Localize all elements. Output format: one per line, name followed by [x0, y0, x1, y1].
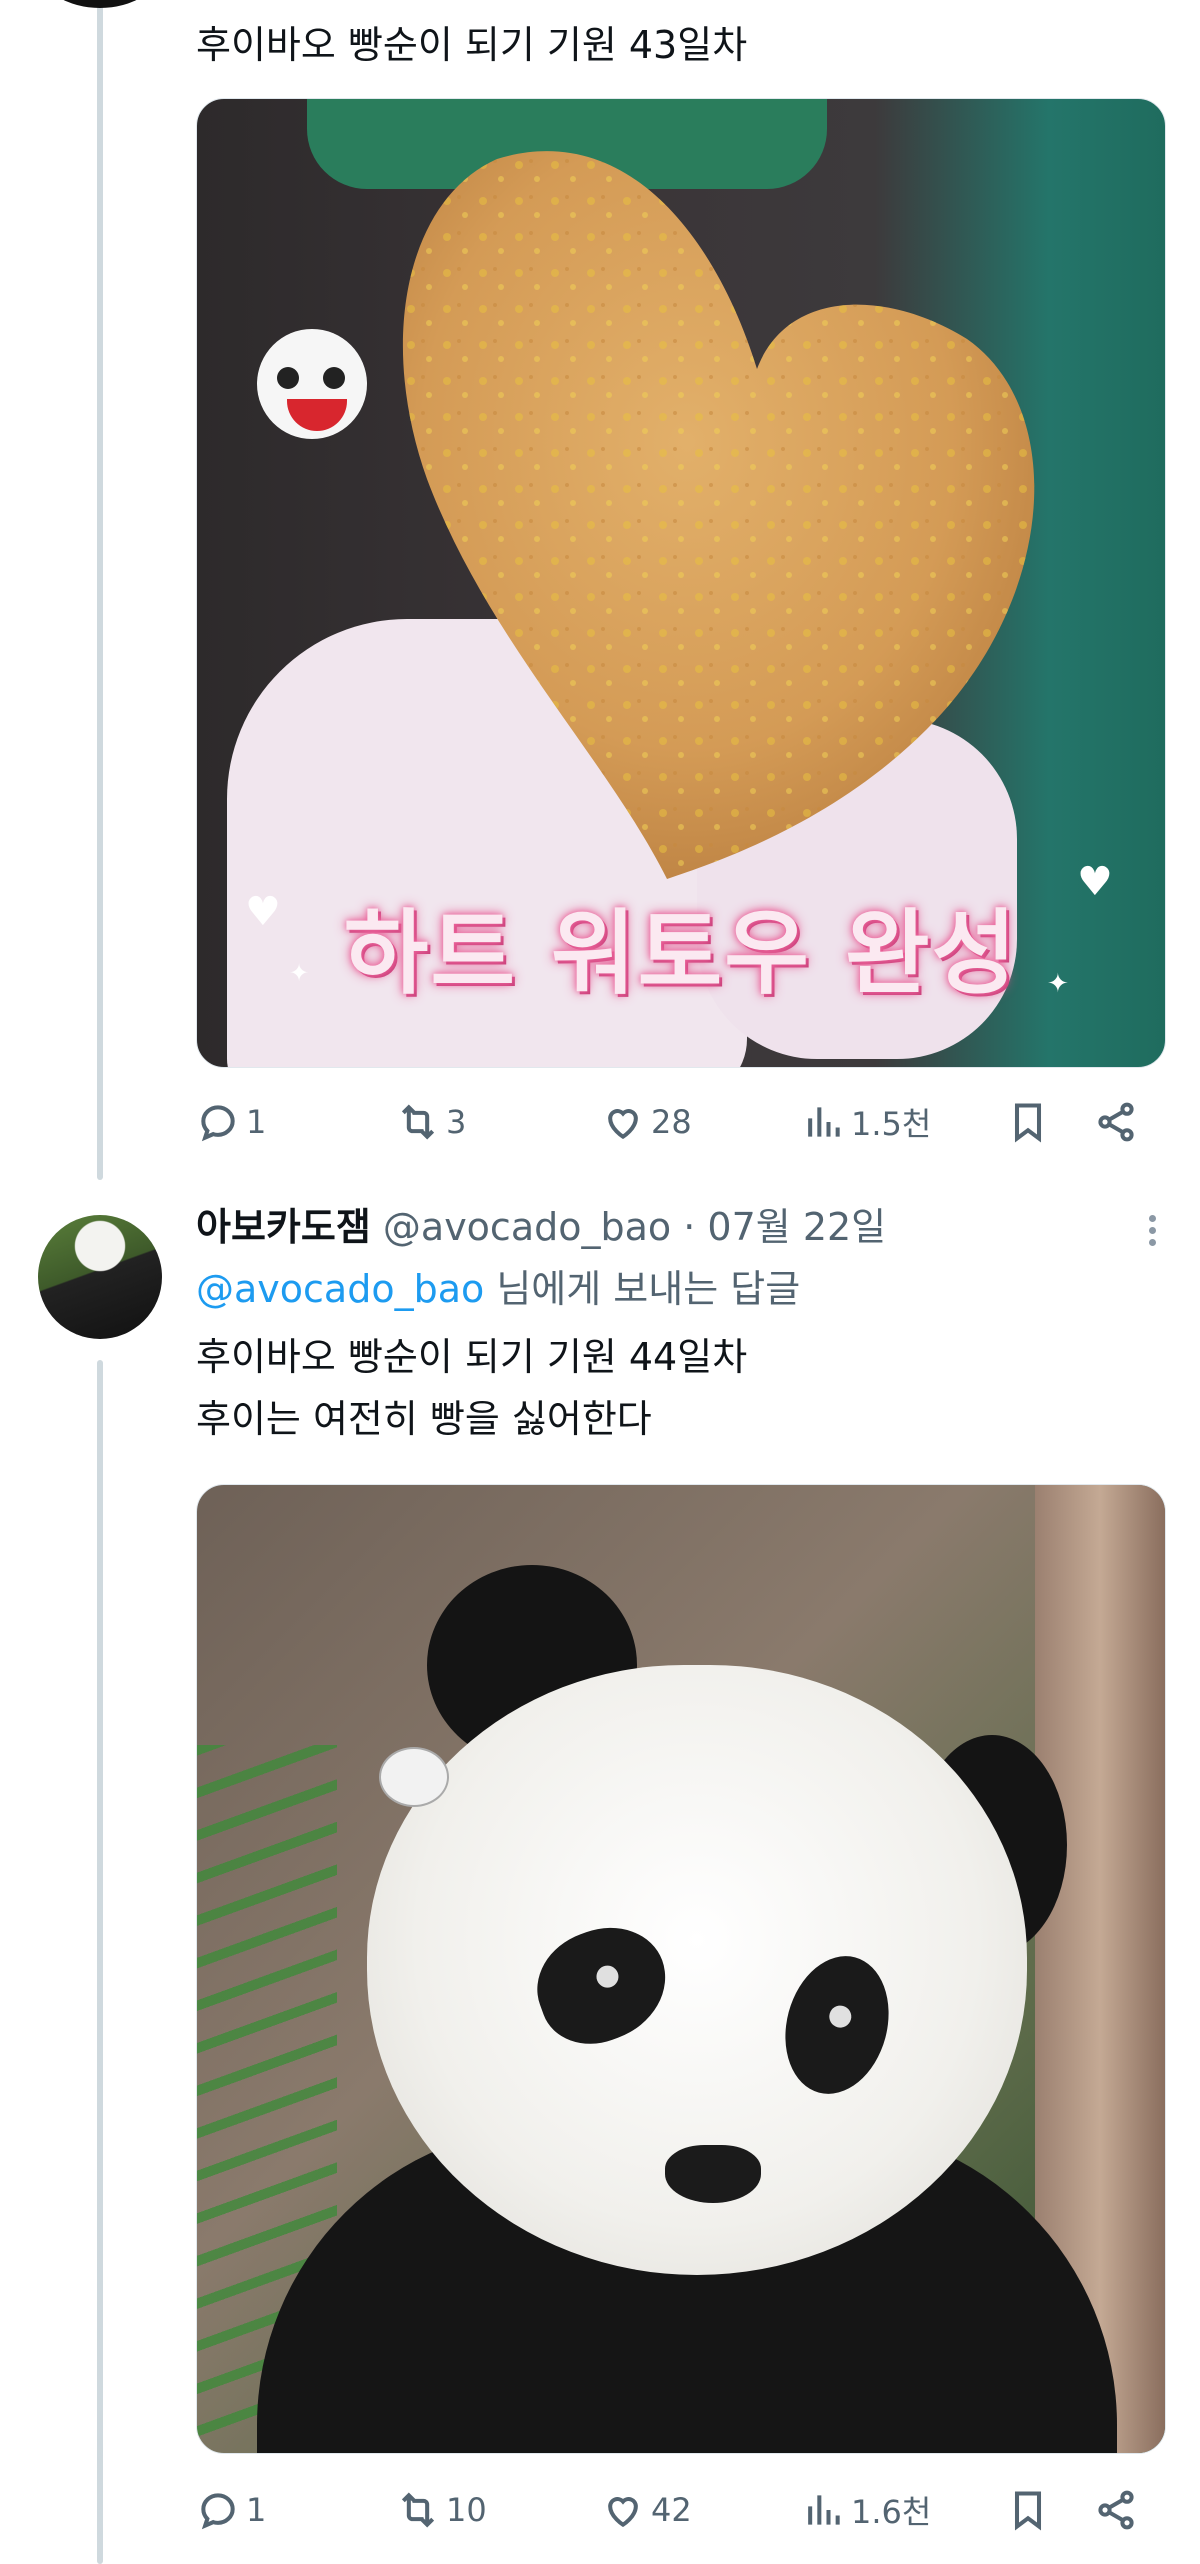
heart-cookie [402, 151, 1035, 879]
tweet-header: 아보카도잼 @avocado_bao · 07월 22일 [196, 1200, 886, 1254]
like-count: 42 [651, 2491, 692, 2529]
tweet-date[interactable]: 07월 22일 [707, 1205, 886, 1249]
share-icon [1098, 2490, 1134, 2530]
views-icon [808, 1107, 840, 1137]
views-count: 1.6천 [851, 2493, 932, 2531]
retweet-button[interactable]: 10 [396, 2488, 487, 2532]
retweet-count: 3 [446, 1103, 467, 1141]
bookmark-button[interactable] [1006, 2488, 1050, 2532]
views-icon [808, 2495, 840, 2525]
share-button[interactable] [1094, 1100, 1138, 1144]
retweet-icon [401, 1104, 435, 1140]
reply-count: 1 [246, 1103, 267, 1141]
tweet-actions: 1 10 42 1.6천 [196, 2480, 1166, 2540]
like-count: 28 [651, 1103, 692, 1141]
separator: · [683, 1205, 696, 1249]
reply-count: 1 [246, 2491, 267, 2529]
share-icon [1098, 1102, 1134, 1142]
heart-icon [608, 1109, 638, 1140]
tweet-text: 후이바오 빵순이 되기 기원 43일차 [196, 23, 748, 67]
retweet-icon [401, 2492, 435, 2528]
views-button[interactable]: 1.5천 [801, 1099, 931, 1145]
reply-icon [201, 1105, 235, 1142]
bookmark-icon [1014, 2491, 1042, 2531]
replying-to-label: 님에게 보내는 답글 [496, 1267, 801, 1311]
views-count: 1.5천 [851, 1105, 932, 1143]
like-button[interactable]: 28 [601, 1100, 692, 1144]
tweet-text-line: 후이바오 빵순이 되기 기원 44일차 [196, 1335, 748, 1379]
reply-button[interactable]: 1 [196, 2488, 266, 2532]
tweet-media-image[interactable] [196, 1484, 1166, 2454]
panda-sticker [379, 1747, 449, 1807]
reply-icon [201, 2493, 235, 2530]
panda-nose [665, 2145, 761, 2203]
bookmark-button[interactable] [1006, 1100, 1050, 1144]
views-button[interactable]: 1.6천 [801, 2487, 931, 2533]
heart-icon [608, 2497, 638, 2528]
retweet-count: 10 [446, 2491, 487, 2529]
replying-to-handle[interactable]: @avocado_bao [196, 1267, 484, 1311]
retweet-button[interactable]: 3 [396, 1100, 466, 1144]
reply-button[interactable]: 1 [196, 1100, 266, 1144]
media-caption: 하트 워토우 완성 [343, 900, 1019, 1007]
user-handle[interactable]: @avocado_bao [383, 1205, 671, 1249]
replying-to: @avocado_bao 님에게 보내는 답글 [196, 1262, 800, 1316]
tweet-text-line: 후이는 여전히 빵을 싫어한다 [196, 1397, 652, 1441]
thread-line [97, 1360, 103, 2564]
more-icon [1148, 1215, 1156, 1222]
panda-sticker [257, 329, 367, 439]
avatar[interactable] [38, 1215, 162, 1339]
like-button[interactable]: 42 [601, 2488, 692, 2532]
tweet-actions: 1 3 28 1.5천 [196, 1092, 1166, 1152]
bookmark-icon [1014, 1103, 1042, 1143]
tweet-media-image[interactable]: ♥ ♥ ✦ ✦ 하트 워토우 완성 [196, 98, 1166, 1068]
thread-line [97, 0, 103, 1180]
more-button[interactable] [1144, 1210, 1160, 1260]
avatar[interactable] [40, 0, 160, 8]
display-name[interactable]: 아보카도잼 [196, 1205, 371, 1249]
share-button[interactable] [1094, 2488, 1138, 2532]
